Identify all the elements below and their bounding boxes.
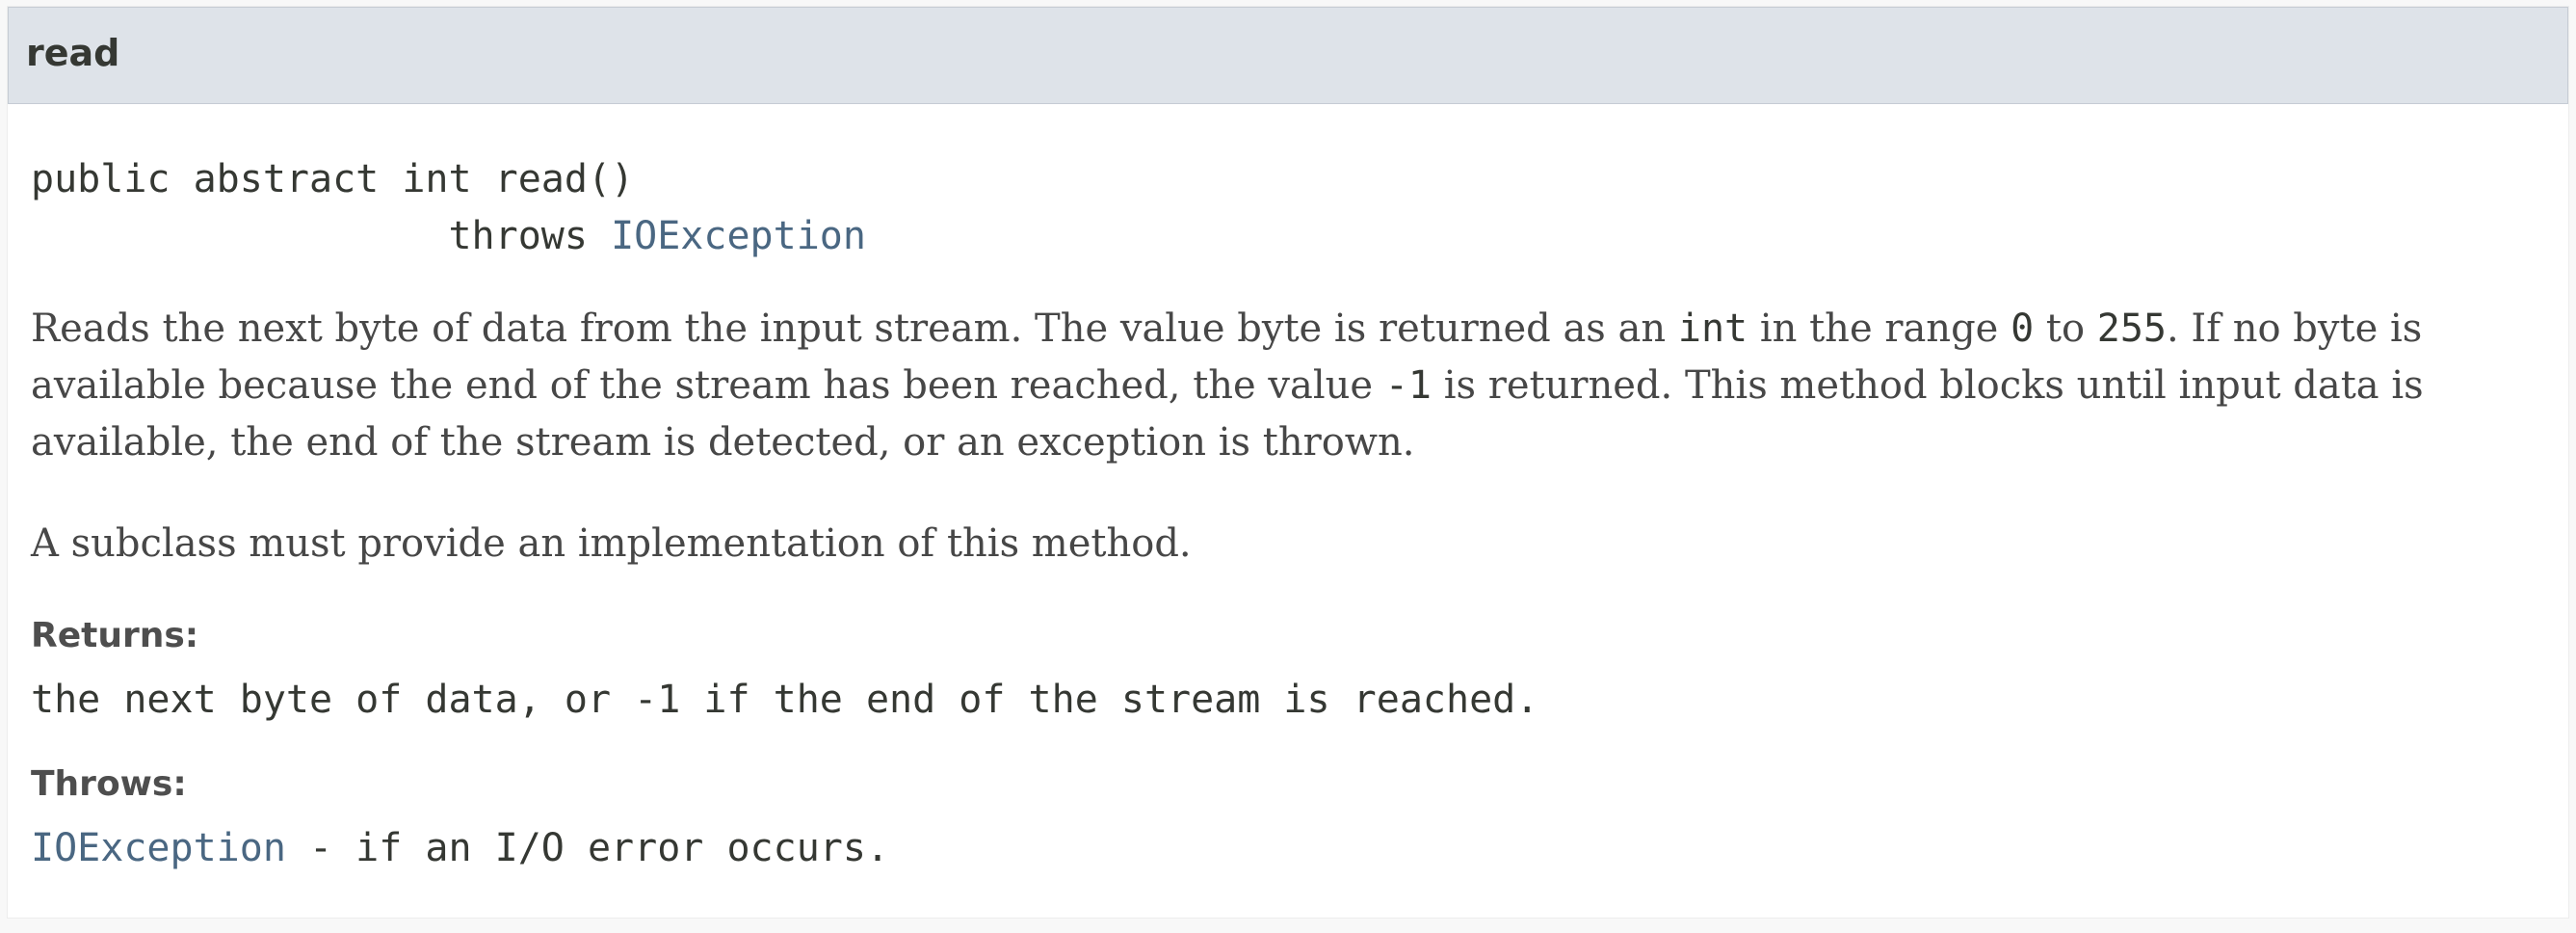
method-description: Reads the next byte of data from the inp… [31,301,2555,471]
method-signature: public abstract int read() throws IOExce… [31,151,866,265]
signature-ioexception-link[interactable]: IOException [611,214,866,258]
code-int: int [1677,307,1748,351]
description-text: in the range [1748,307,2011,351]
method-detail-section: read public abstract int read() throws I… [7,6,2569,919]
code-minus-one: -1 [1384,363,1432,408]
description-text: to [2034,307,2097,351]
throws-text: - if an I/O error occurs. [285,826,890,870]
subclass-note: A subclass must provide an implementatio… [31,521,1192,566]
throws-entry: IOException - if an I/O error occurs. [31,829,889,867]
returns-text: the next byte of data, or -1 if the end … [31,678,1539,722]
signature-line: public abstract int read() [31,157,635,201]
method-name-heading: read [26,32,120,74]
throws-label: Throws: [31,764,187,804]
signature-throws-prefix: throws [31,214,612,258]
returns-label: Returns: [31,616,199,655]
code-255: 255 [2096,307,2167,351]
code-zero: 0 [2011,307,2035,351]
description-text: Reads the next byte of data from the inp… [31,307,1678,351]
throws-ioexception-link[interactable]: IOException [31,826,286,870]
method-header: read [8,7,2568,104]
